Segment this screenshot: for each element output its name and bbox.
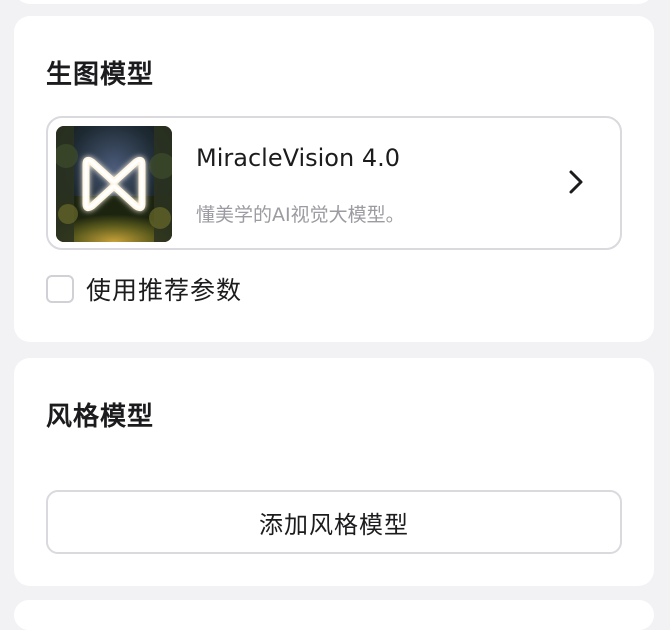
model-selector[interactable]: MiracleVision 4.0 懂美学的AI视觉大模型。 xyxy=(46,116,622,250)
style-model-card: 风格模型 添加风格模型 xyxy=(14,358,654,586)
generation-model-title: 生图模型 xyxy=(46,60,155,90)
use-recommended-params-row[interactable]: 使用推荐参数 xyxy=(46,272,242,306)
model-description: 懂美学的AI视觉大模型。 xyxy=(196,204,405,226)
model-thumbnail xyxy=(56,126,172,242)
model-name: MiracleVision 4.0 xyxy=(196,144,400,172)
add-style-model-button[interactable]: 添加风格模型 xyxy=(46,490,622,554)
chevron-right-icon xyxy=(569,170,583,194)
miraclevision-logo-icon xyxy=(56,126,172,242)
style-model-title: 风格模型 xyxy=(46,402,155,432)
use-recommended-params-checkbox[interactable] xyxy=(46,275,74,303)
previous-card xyxy=(14,0,654,4)
next-card xyxy=(14,600,654,630)
generation-model-card: 生图模型 MiracleVision 4.0 懂美学的AI视觉大模型。 使用推荐… xyxy=(14,16,654,342)
use-recommended-params-label: 使用推荐参数 xyxy=(86,276,243,305)
